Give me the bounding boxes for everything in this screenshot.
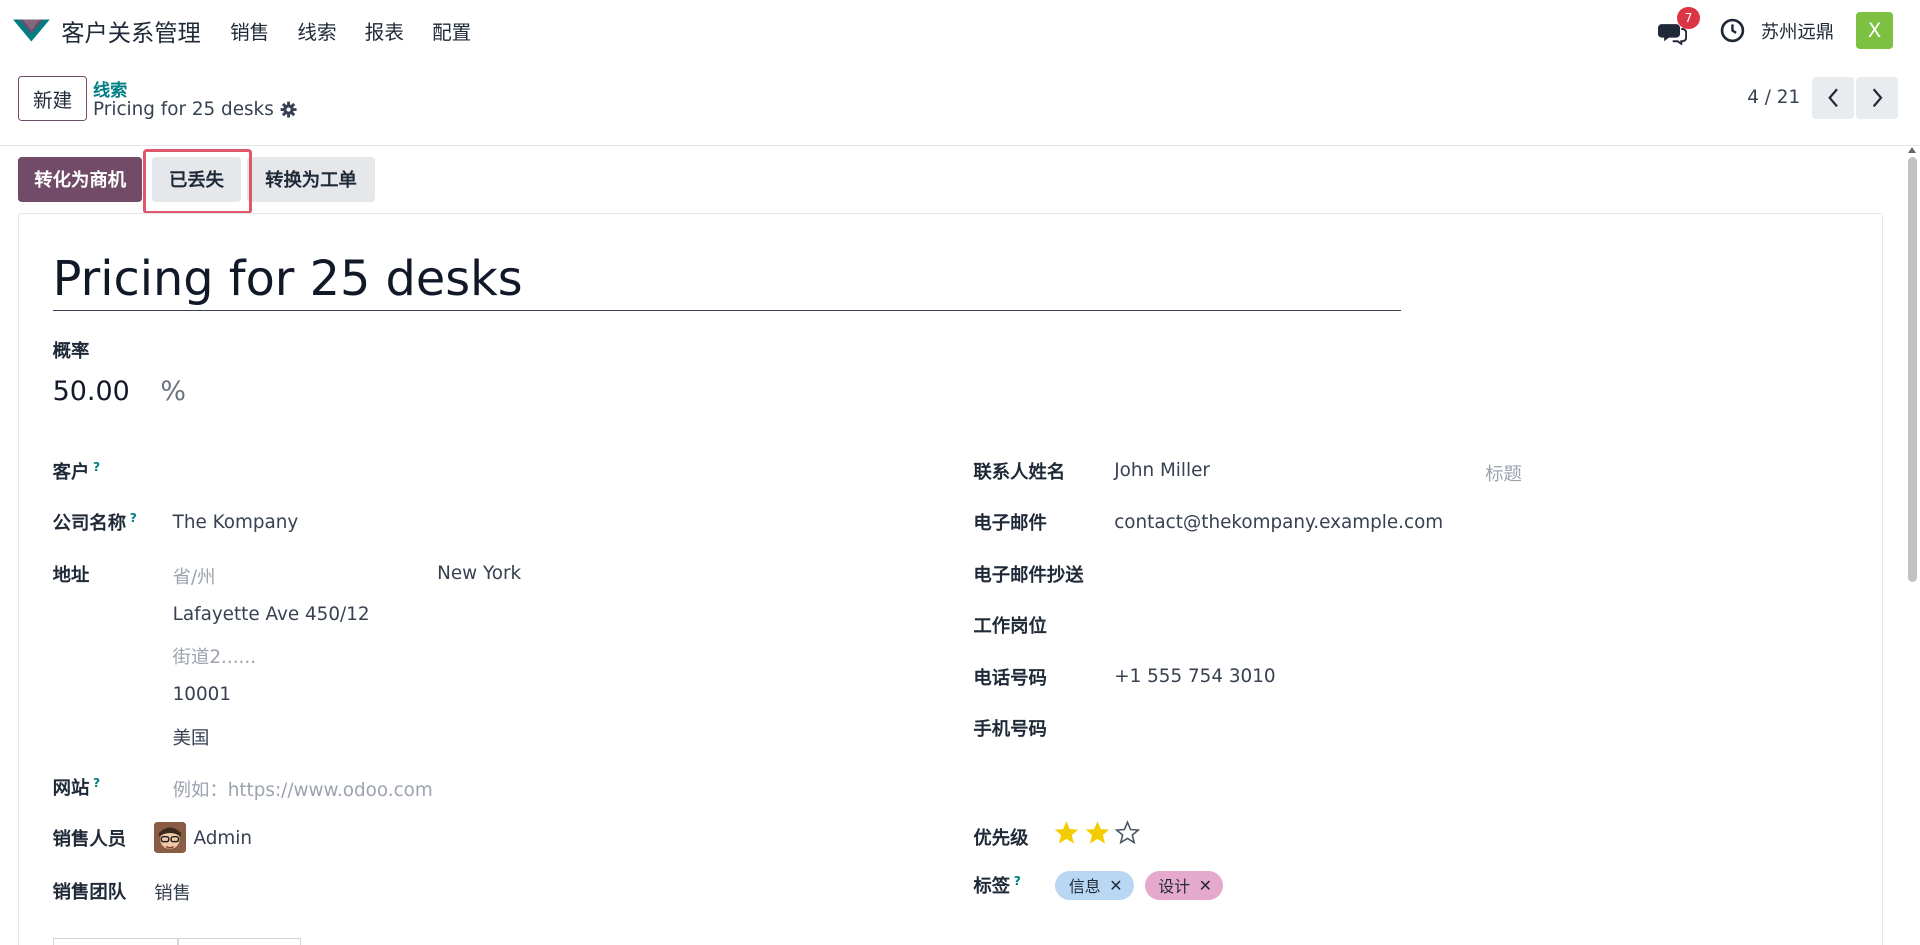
email-label: 电子邮件: [973, 513, 1047, 535]
salesperson-input[interactable]: Admin: [193, 828, 252, 849]
mobile-label: 手机号码: [973, 719, 1047, 741]
priority-stars[interactable]: [1053, 819, 1141, 846]
messaging-button[interactable]: 7: [1657, 7, 1700, 47]
salesperson-avatar: [154, 821, 187, 854]
email-input[interactable]: contact@thekompany.example.com: [1114, 512, 1443, 533]
company-switcher[interactable]: 苏州远鼎: [1761, 18, 1834, 44]
lead-title-input[interactable]: Pricing for 25 desks: [52, 251, 1401, 311]
contact-name-input[interactable]: John Miller: [1114, 460, 1210, 481]
tag-info[interactable]: 信息 ✕: [1055, 870, 1134, 900]
form-sheet: [18, 213, 1884, 945]
convert-to-opportunity-button[interactable]: 转化为商机: [18, 156, 143, 203]
convert-to-ticket-button[interactable]: 转换为工单: [247, 156, 375, 203]
probability-input[interactable]: 50.00: [53, 376, 130, 407]
tag-remove-icon[interactable]: ✕: [1199, 876, 1212, 895]
systray: 7 苏州远鼎 X: [1657, 0, 1893, 61]
breadcrumb-leads[interactable]: 线索: [93, 76, 127, 101]
nav-item-sales[interactable]: 销售: [230, 16, 269, 45]
breadcrumb-current: Pricing for 25 desks: [93, 99, 297, 120]
crm-app-icon[interactable]: [13, 17, 51, 44]
tag-label: 信息: [1068, 876, 1101, 896]
nav-item-reports[interactable]: 报表: [365, 16, 404, 45]
admin-avatar-icon: [154, 821, 187, 854]
contact-title-input[interactable]: 标题: [1485, 460, 1522, 486]
country-input[interactable]: 美国: [173, 724, 210, 750]
contact-name-label: 联系人姓名: [973, 461, 1066, 483]
pager-value[interactable]: 4 / 21: [1747, 87, 1800, 108]
salesperson-label: 销售人员: [52, 829, 127, 851]
sales-team-input[interactable]: 销售: [154, 879, 191, 905]
tag-remove-icon[interactable]: ✕: [1109, 876, 1122, 895]
sales-team-label: 销售团队: [52, 881, 127, 903]
tag-design[interactable]: 设计 ✕: [1144, 870, 1223, 900]
street2-input[interactable]: 街道2......: [173, 643, 256, 669]
nav-item-config[interactable]: 配置: [432, 16, 471, 45]
email-cc-label: 电子邮件抄送: [973, 564, 1084, 586]
page: 客户关系管理 销售 线索 报表 配置 7 苏州远鼎 X 新建 线索 Pricin…: [0, 0, 1920, 945]
help-icon[interactable]: ?: [93, 460, 100, 474]
phone-input[interactable]: +1 555 754 3010: [1114, 666, 1275, 687]
probability-label: 概率: [52, 340, 90, 362]
record-name: Pricing for 25 desks: [93, 99, 274, 121]
chevron-right-icon: [1872, 88, 1883, 108]
address-label: 地址: [52, 564, 90, 586]
customer-label: 客户?: [52, 459, 101, 483]
star-empty-icon[interactable]: [1114, 819, 1141, 846]
priority-label: 优先级: [973, 828, 1029, 850]
top-navbar: 客户关系管理 销售 线索 报表 配置 7 苏州远鼎 X: [0, 0, 1920, 62]
chat-count-badge: 7: [1677, 7, 1700, 30]
scroll-up-arrow[interactable]: [1907, 147, 1916, 153]
lost-button-highlight: [143, 149, 253, 215]
nav-item-leads[interactable]: 线索: [297, 16, 336, 45]
tags-label: 标签?: [973, 873, 1021, 897]
phone-label: 电话号码: [973, 667, 1047, 689]
pager-previous-button[interactable]: [1812, 77, 1854, 119]
pager-next-button[interactable]: [1856, 77, 1898, 119]
user-avatar[interactable]: X: [1856, 12, 1893, 49]
control-panel: 新建 线索 Pricing for 25 desks 4 / 21: [0, 61, 1920, 146]
star-filled-icon[interactable]: [1084, 819, 1111, 846]
website-label: 网站?: [52, 775, 101, 799]
help-icon[interactable]: ?: [130, 511, 137, 525]
tag-label: 设计: [1158, 876, 1191, 896]
job-position-label: 工作岗位: [973, 616, 1047, 638]
state-input[interactable]: 省/州: [173, 563, 216, 589]
activity-clock-icon[interactable]: [1719, 17, 1746, 44]
company-name-input[interactable]: The Kompany: [173, 512, 299, 533]
help-icon[interactable]: ?: [1014, 874, 1021, 888]
chevron-left-icon: [1827, 88, 1838, 108]
website-input[interactable]: 例如：https://www.odoo.com: [173, 776, 433, 802]
zip-input[interactable]: 10001: [173, 684, 231, 705]
scrollbar-thumb[interactable]: [1907, 156, 1918, 582]
app-title[interactable]: 客户关系管理: [61, 14, 201, 48]
percent-sign: %: [160, 375, 186, 407]
street-input[interactable]: Lafayette Ave 450/12: [173, 604, 370, 625]
help-icon[interactable]: ?: [93, 776, 100, 790]
gear-icon[interactable]: [280, 101, 297, 118]
city-input[interactable]: New York: [437, 563, 521, 584]
company-name-label: 公司名称?: [52, 511, 137, 535]
new-button[interactable]: 新建: [18, 75, 87, 122]
star-filled-icon[interactable]: [1053, 819, 1080, 846]
notebook-tabs[interactable]: [52, 937, 302, 945]
